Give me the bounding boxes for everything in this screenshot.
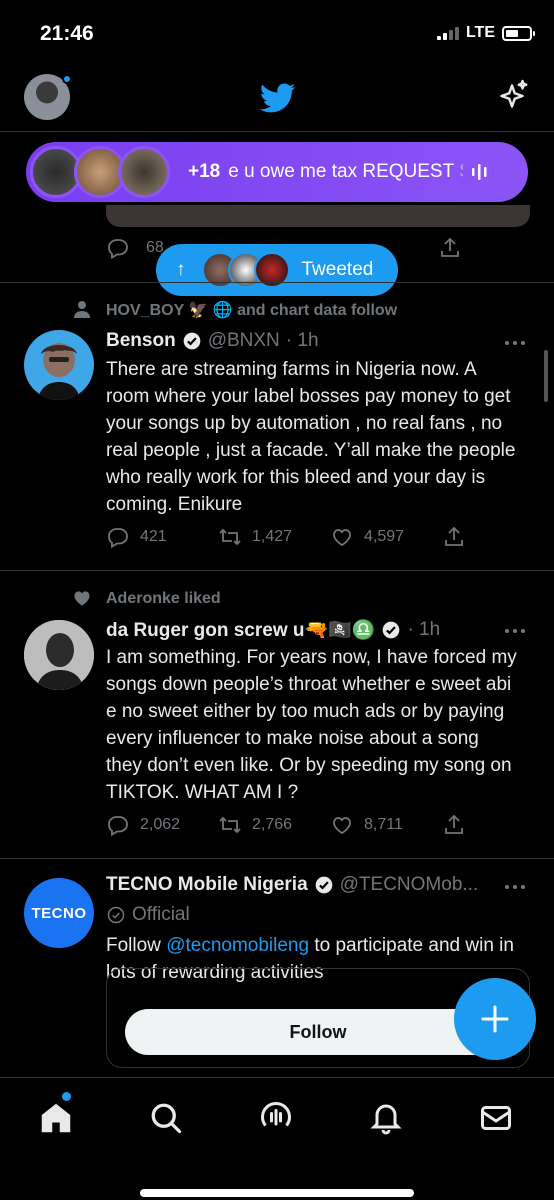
plus-icon [481,1005,509,1033]
tweet-text: There are streaming farms in Nigeria now… [106,359,516,515]
more-options-icon[interactable] [504,628,526,634]
tweet-time: · 1h [407,619,441,640]
reply-count: 2,062 [140,816,181,833]
spaces-listener-count: +18 [188,161,221,182]
search-icon[interactable] [148,1100,184,1136]
avatar [118,146,170,198]
reply-button[interactable]: 2,062 [106,813,218,837]
sparkle-icon[interactable] [494,78,530,114]
retweet-icon [219,816,241,834]
more-options-icon[interactable] [504,884,526,890]
media-image[interactable] [106,205,530,227]
person-icon [74,301,90,318]
notification-dot [62,74,72,84]
author-name[interactable]: da Ruger gon screw u🔫🏴‍☠️♎ [106,618,375,642]
heart-icon [333,529,351,547]
official-badge-icon [107,906,125,924]
scrollbar[interactable] [544,350,548,402]
tecno-logo: TECNO [31,904,87,922]
tweet-time: · 1h [285,330,319,351]
reply-icon [108,816,128,837]
signal-icon [436,26,459,40]
verified-badge-icon [183,332,201,350]
avatar-illustration [38,343,80,400]
status-bar: 21:46 LTE [0,0,554,66]
heart-filled-icon [74,591,90,606]
spaces-icon[interactable] [258,1100,294,1136]
official-label: Official [106,904,190,926]
author-handle[interactable]: @TECNOMob... [340,874,479,896]
spaces-bar[interactable]: +18 e u owe me tax REQUEST S [26,142,528,202]
like-count: 8,711 [364,816,403,833]
retweet-button[interactable]: 2,766 [218,813,330,837]
tweet-actions: 2,062 2,766 8,711 [106,812,486,838]
avatar-photo [24,620,94,690]
mention-link[interactable]: @tecnomobileng [166,935,309,956]
battery-icon [502,25,535,41]
like-count: 4,597 [364,528,405,545]
avatar[interactable]: TECNO [24,878,94,948]
verified-badge-icon [383,621,400,639]
heart-icon [333,817,351,835]
avatar[interactable] [24,330,94,400]
reply-icon[interactable] [106,236,130,260]
divider [0,131,554,132]
share-icon[interactable] [442,525,466,549]
share-icon[interactable] [442,813,466,837]
author-name[interactable]: TECNO Mobile Nigeria [106,874,308,896]
share-icon[interactable] [438,236,462,260]
reply-count: 421 [140,528,167,545]
retweet-count: 1,427 [252,528,293,545]
arrow-up-icon: ↑ [176,259,186,280]
network-label: LTE [465,24,495,41]
tweet[interactable]: Aderonke liked da Ruger gon screw u🔫🏴‍☠️… [0,570,554,858]
social-context[interactable]: Aderonke liked [106,588,221,610]
social-context[interactable]: HOV_BOY 🦅 🌐 and chart data follow [106,299,397,321]
audio-wave-icon [472,164,487,180]
official-text: Official [132,904,190,925]
verified-badge-icon [315,876,332,894]
more-options-icon[interactable] [504,340,526,346]
twitter-bird-icon[interactable] [257,80,299,116]
retweet-icon [219,528,241,546]
compose-tweet-button[interactable] [454,978,536,1060]
retweet-button[interactable]: 1,427 [218,525,330,549]
tweet-text: I am something. For years now, I have fo… [106,647,517,803]
tweet-header: TECNO Mobile Nigeria @TECNOMob... [106,874,478,896]
spaces-avatars [30,146,170,198]
retweet-count: 2,766 [252,816,293,833]
home-indicator [140,1189,414,1197]
messages-icon[interactable] [478,1100,514,1136]
top-nav [0,66,554,130]
tweet-header: da Ruger gon screw u🔫🏴‍☠️♎ · 1h [106,618,440,642]
spaces-title: e u owe me tax REQUEST S [228,161,463,182]
status-indicators: LTE [436,24,535,42]
like-button[interactable]: 4,597 [330,525,442,549]
tweet-header: Benson @BNXN · 1h [106,330,319,352]
home-notification-dot [62,1092,71,1101]
notifications-icon[interactable] [368,1100,404,1136]
bottom-tab-bar [0,1077,554,1200]
reply-icon [108,528,128,549]
tweet[interactable]: HOV_BOY 🦅 🌐 and chart data follow Benson… [0,282,554,570]
reply-button[interactable]: 421 [106,525,218,549]
status-time: 21:46 [40,22,94,45]
tweet-actions: 421 1,427 4,597 [106,524,486,550]
home-icon[interactable] [38,1100,74,1136]
author-handle[interactable]: @BNXN [208,330,280,352]
author-name[interactable]: Benson [106,330,176,352]
avatar[interactable] [24,620,94,690]
pill-label: Tweeted [301,259,374,280]
like-button[interactable]: 8,711 [330,813,442,837]
